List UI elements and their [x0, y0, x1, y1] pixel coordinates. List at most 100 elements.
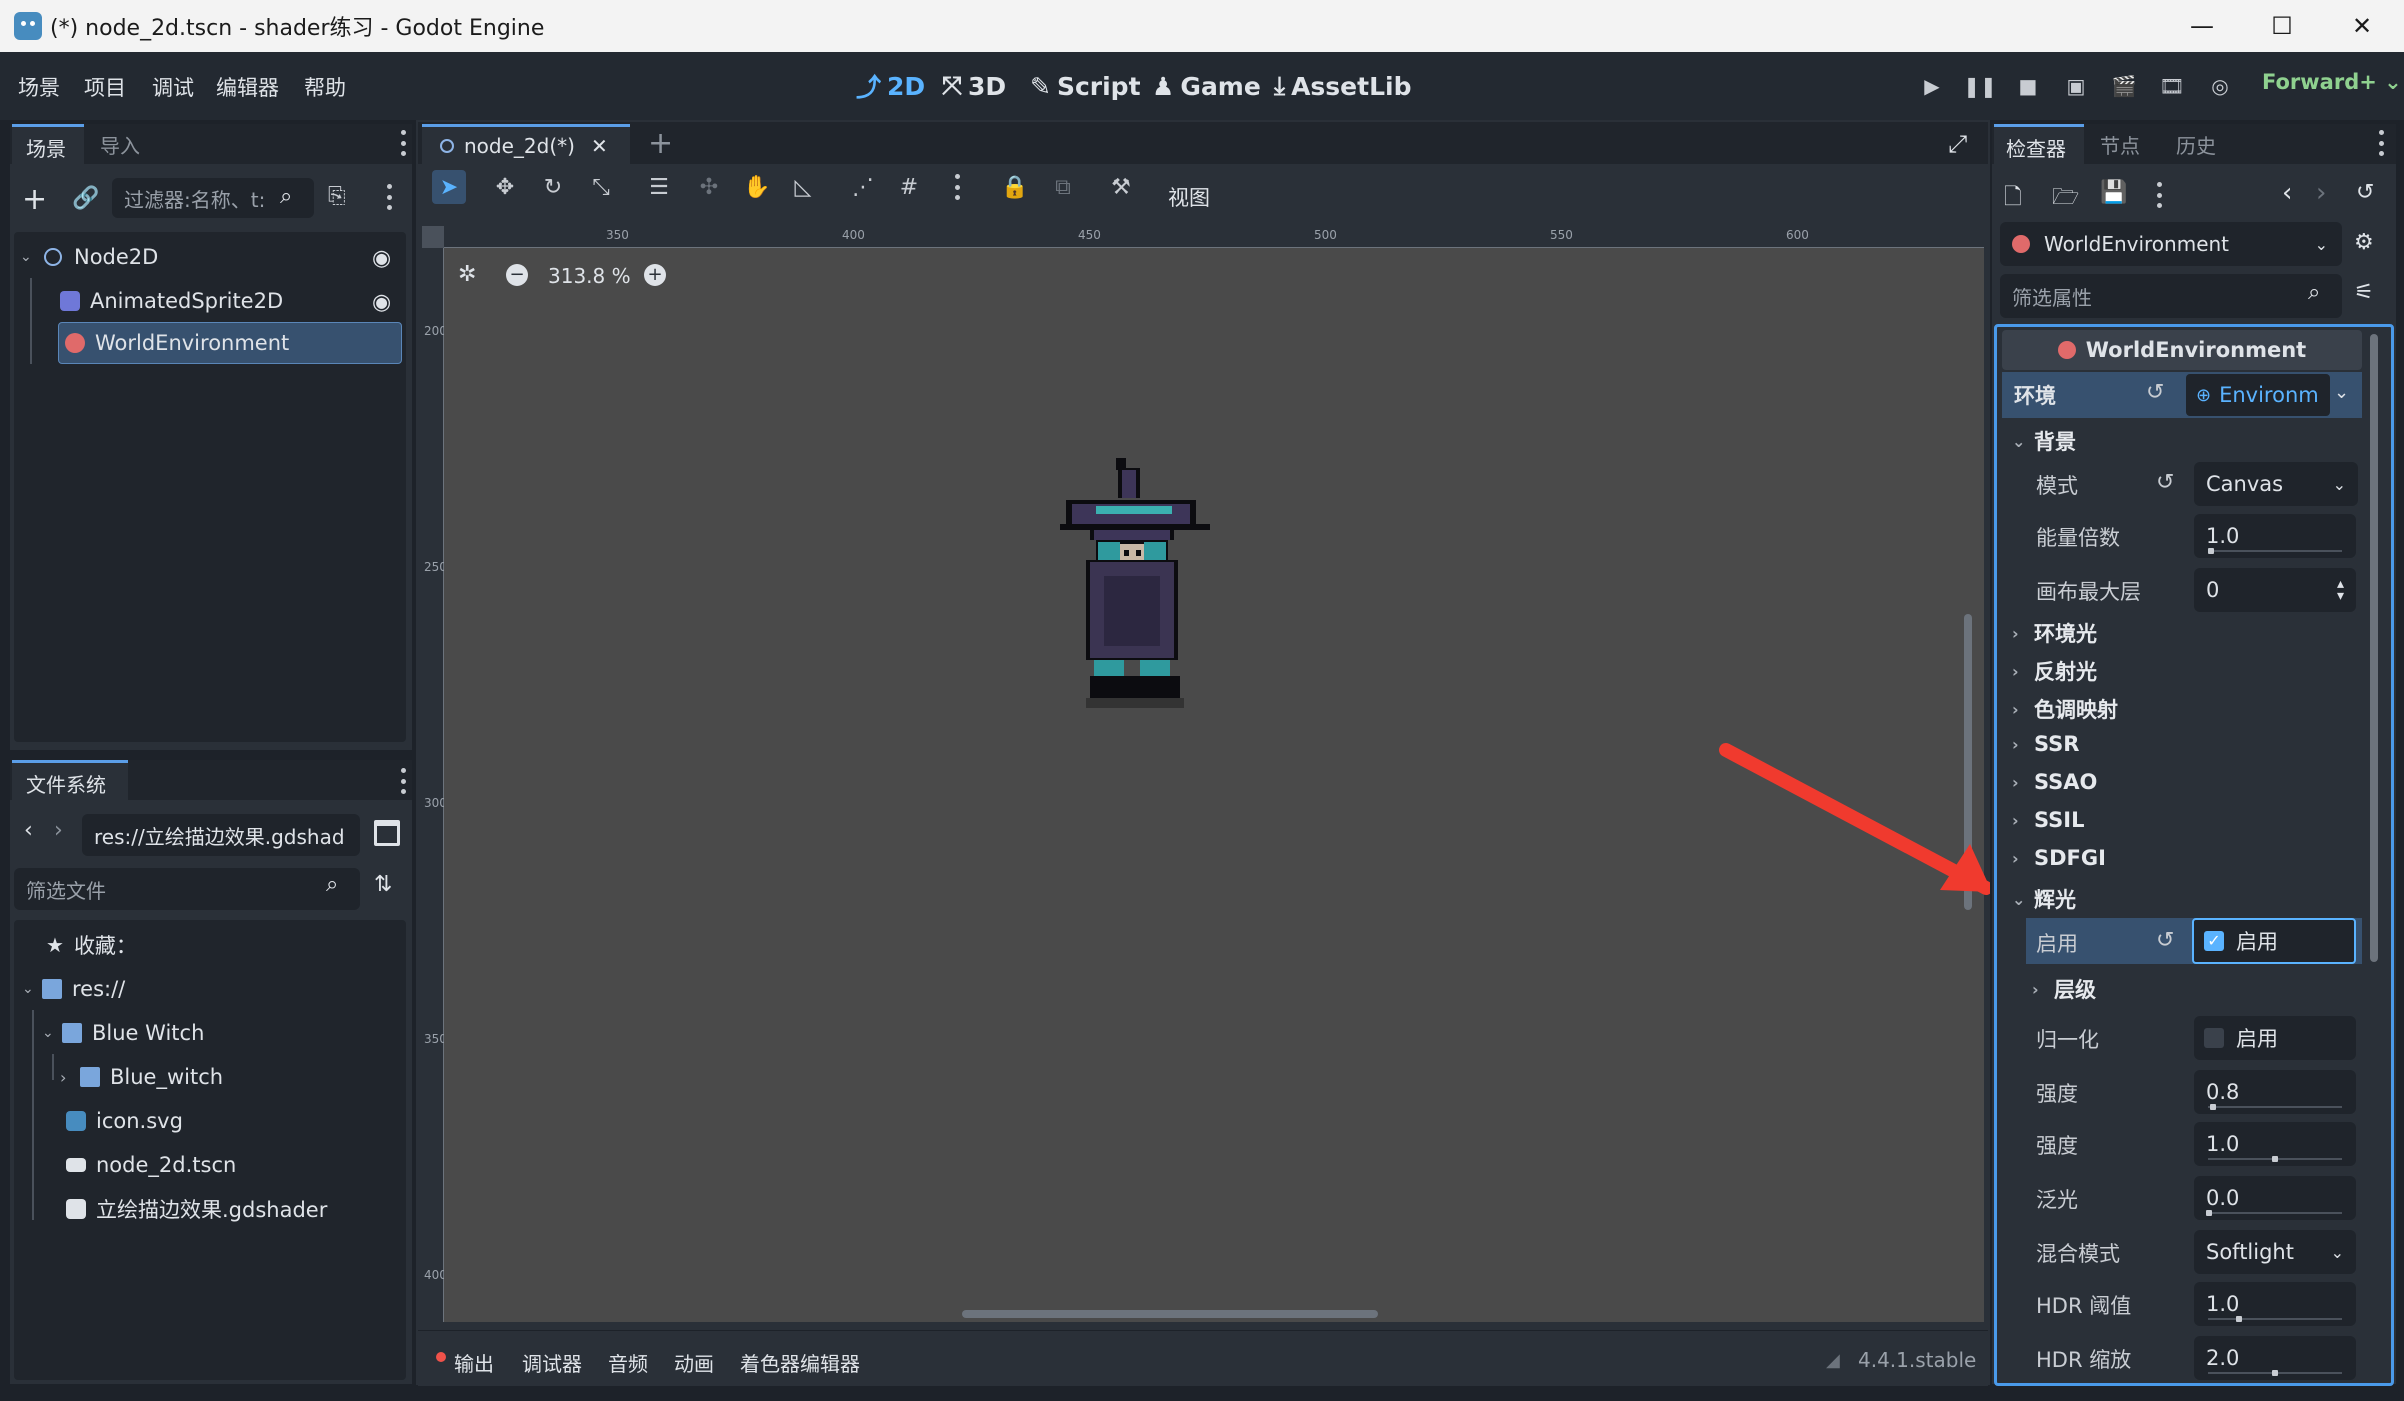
pause-icon[interactable]: ❚❚ [1963, 72, 1997, 100]
folder-blue-witch-sub[interactable]: › Blue_witch [60, 1056, 223, 1098]
inspector-dock-menu-icon[interactable] [2378, 130, 2384, 156]
object-selector[interactable]: WorldEnvironment ⌄ [2000, 222, 2342, 266]
rotate-tool-icon[interactable]: ↻ [536, 170, 570, 204]
maximize-button[interactable]: ☐ [2242, 0, 2322, 52]
tab-import[interactable]: 导入 [100, 130, 140, 159]
close-window-button[interactable]: ✕ [2322, 0, 2402, 52]
section-glow[interactable]: ⌄ 辉光 [2012, 884, 2076, 914]
intensity-slider[interactable]: 0.8 [2194, 1070, 2356, 1114]
view-menu[interactable]: 视图 [1168, 182, 1210, 212]
smart-snap-icon[interactable]: ⋰ [846, 170, 880, 204]
property-filter-input[interactable]: 筛选属性 [2000, 274, 2342, 318]
section-ssao[interactable]: › SSAO [2012, 770, 2097, 794]
link-icon[interactable]: 🔗 [72, 186, 99, 211]
minimize-button[interactable]: — [2162, 0, 2242, 52]
chevron-down-icon[interactable]: ⌄ [20, 249, 38, 265]
section-ambient-light[interactable]: › 环境光 [2012, 618, 2097, 648]
group-icon[interactable]: ⧉ [1046, 170, 1080, 204]
section-background[interactable]: ⌄ 背景 [2012, 426, 2076, 456]
section-levels[interactable]: › 层级 [2032, 974, 2096, 1004]
workspace-assetlib-button[interactable]: ⤓ AssetLib [1274, 68, 1411, 104]
filesystem-menu-icon[interactable] [400, 768, 406, 794]
history-forward-icon[interactable]: › [2316, 178, 2326, 208]
play-icon[interactable]: ▶ [1918, 72, 1946, 100]
tree-node-worldenvironment[interactable]: WorldEnvironment [58, 322, 402, 364]
remote-debug-icon[interactable]: ▣ [2062, 72, 2090, 100]
blend-mode-select[interactable]: Softlight ⌄ [2194, 1230, 2356, 1274]
tab-scene[interactable]: 场景 [12, 124, 84, 164]
slider-knob[interactable] [2206, 1210, 2212, 1216]
chevron-down-icon[interactable]: ⌄ [2334, 382, 2349, 403]
tab-debugger[interactable]: 调试器 [522, 1348, 582, 1377]
scale-tool-icon[interactable]: ⤡ [584, 170, 618, 204]
menu-scene[interactable]: 场景 [18, 72, 60, 102]
tab-inspector[interactable]: 检查器 [1994, 124, 2084, 164]
back-icon[interactable]: ‹ [24, 818, 33, 843]
file-gdshader[interactable]: 立绘描边效果.gdshader [66, 1188, 327, 1230]
section-ssr[interactable]: › SSR [2012, 732, 2079, 756]
folder-blue-witch[interactable]: ⌄ Blue Witch [42, 1012, 204, 1054]
new-resource-icon[interactable]: 🗋 [2004, 180, 2022, 218]
revert-icon[interactable]: ↺ [2146, 380, 2164, 405]
section-tonemap[interactable]: › 色调映射 [2012, 694, 2118, 724]
normalize-checkbox[interactable]: 启用 [2194, 1016, 2356, 1060]
save-resource-icon[interactable]: 💾 [2100, 180, 2127, 205]
revert-icon[interactable]: ↺ [2156, 928, 2174, 953]
file-icon-svg[interactable]: icon.svg [66, 1100, 183, 1142]
bg-mode-select[interactable]: Canvas ⌄ [2194, 462, 2358, 506]
tab-output[interactable]: 输出 [454, 1348, 494, 1377]
workspace-game-button[interactable]: ♟ Game [1152, 68, 1261, 104]
tree-node-node2d[interactable]: ⌄ Node2D [20, 236, 400, 278]
tab-audio[interactable]: 音频 [608, 1348, 648, 1377]
renderer-selector[interactable]: Forward+ ⌄ [2262, 70, 2402, 94]
chevron-down-icon[interactable]: ⌄ [42, 1025, 62, 1041]
environment-resource-picker[interactable]: ⊕ Environm [2186, 374, 2330, 416]
scene-tab-node2d[interactable]: node_2d(*) ✕ [422, 124, 630, 164]
bone-tool-icon[interactable]: ⚒ [1104, 170, 1138, 204]
object-history-icon[interactable]: ↺ [2356, 180, 2374, 205]
history-back-icon[interactable]: ‹ [2282, 178, 2292, 208]
play-scene-icon[interactable]: 🎬 [2110, 72, 2138, 100]
bloom-slider[interactable]: 0.0 [2194, 1176, 2356, 1220]
strength-slider[interactable]: 1.0 [2194, 1122, 2356, 1166]
list-select-icon[interactable]: ☰ [642, 170, 676, 204]
scene-dock-menu-icon[interactable] [400, 130, 406, 156]
workspace-script-button[interactable]: ✎ Script [1030, 68, 1141, 104]
section-reflected-light[interactable]: › 反射光 [2012, 656, 2097, 686]
visibility-eye-icon[interactable]: ◉ [372, 290, 391, 315]
close-tab-icon[interactable]: ✕ [591, 134, 608, 158]
open-resource-icon[interactable]: 🗁 [2052, 180, 2079, 218]
workspace-2d-button[interactable]: ⤴ 2D [856, 68, 925, 104]
tab-history[interactable]: 历史 [2176, 130, 2216, 159]
horizontal-scrollbar[interactable] [962, 1310, 1378, 1318]
select-tool-icon[interactable]: ➤ [432, 170, 466, 204]
filesystem-filter-input[interactable]: 筛选文件 [14, 868, 360, 910]
snap-options-icon[interactable] [954, 174, 960, 200]
inspector-scrollbar[interactable] [2370, 334, 2378, 962]
move-tool-icon[interactable]: ✥ [488, 170, 522, 204]
split-view-icon[interactable] [374, 820, 400, 846]
chevron-down-icon[interactable]: ⌄ [22, 981, 42, 997]
spinner-arrows-icon[interactable]: ▴ ▾ [2337, 577, 2344, 603]
favorites-row[interactable]: ★ 收藏： [46, 924, 137, 966]
chevron-right-icon[interactable]: › [60, 1068, 80, 1087]
center-view-icon[interactable]: ✲ [458, 262, 476, 287]
section-ssil[interactable]: › SSIL [2012, 808, 2085, 832]
menu-debug[interactable]: 调试 [152, 72, 194, 102]
pan-tool-icon[interactable]: ✋ [740, 170, 774, 204]
stop-icon[interactable]: ■ [2014, 72, 2042, 100]
tab-node[interactable]: 节点 [2100, 130, 2140, 159]
zoom-in-icon[interactable]: + [644, 264, 666, 286]
movie-maker-icon[interactable]: ◎ [2206, 72, 2234, 100]
scene-tree-menu-icon[interactable] [386, 184, 392, 210]
zoom-level[interactable]: 313.8 % [548, 264, 631, 288]
revert-icon[interactable]: ↺ [2156, 470, 2174, 495]
tab-shader-editor[interactable]: 着色器编辑器 [740, 1348, 860, 1377]
section-sdfgi[interactable]: › SDFGI [2012, 846, 2106, 870]
energy-slider[interactable]: 1.0 [2194, 514, 2356, 558]
folder-res[interactable]: ⌄ res:// [22, 968, 125, 1010]
add-node-icon[interactable]: + [22, 182, 47, 217]
hdr-threshold-slider[interactable]: 1.0 [2194, 1282, 2356, 1326]
instance-scene-icon[interactable]: ⎘ [328, 184, 346, 209]
pivot-tool-icon[interactable]: ✣ [692, 170, 726, 204]
